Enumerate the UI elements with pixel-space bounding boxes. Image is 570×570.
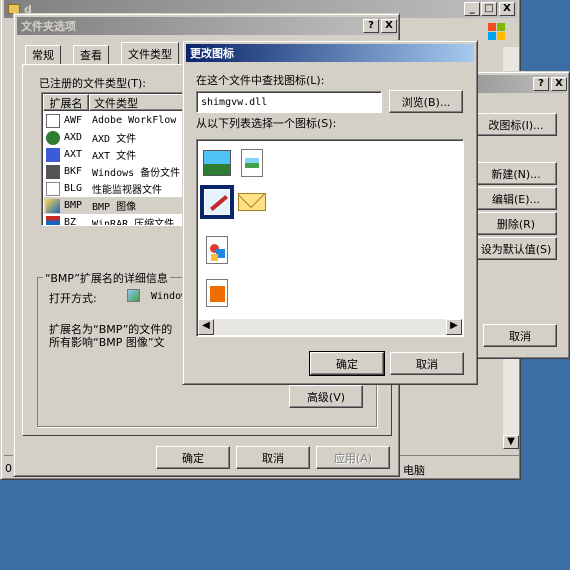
close-button[interactable]: X: [499, 2, 515, 16]
file-ext: BMP: [64, 200, 83, 211]
tab-general[interactable]: 常规: [25, 45, 61, 65]
list-item[interactable]: AXT AXT 文件: [44, 146, 188, 163]
ok-button[interactable]: 确定: [309, 351, 385, 376]
slides-document-icon[interactable]: [200, 276, 234, 310]
list-item-selected[interactable]: BMP BMP 图像: [44, 197, 188, 214]
file-type: Windows 备份文件: [92, 168, 181, 179]
file-type: BMP 图像: [92, 202, 137, 213]
file-ext: BKF: [64, 166, 83, 177]
close-button[interactable]: X: [381, 19, 397, 33]
file-ext: AXT: [64, 149, 83, 160]
file-ext: AWF: [64, 115, 83, 126]
help-button[interactable]: ?: [533, 77, 549, 91]
axd-file-icon: [46, 130, 60, 145]
status-text: 电脑: [403, 464, 425, 477]
file-types-list[interactable]: 扩展名 文件类型 AWF Adobe WorkFlow AXD AXD 文件 A…: [41, 92, 191, 226]
image-document-icon[interactable]: [235, 146, 269, 180]
apply-button[interactable]: 应用(A): [316, 446, 390, 469]
open-with-label: 打开方式:: [49, 292, 97, 305]
maximize-button[interactable]: □: [481, 2, 497, 16]
workflow-file-icon: [46, 113, 60, 128]
folder-options-titlebar: 文件夹选项: [17, 17, 396, 35]
select-icon-label: 从以下列表选择一个图标(S):: [196, 117, 337, 130]
scroll-right-arrow-icon[interactable]: ▶: [446, 319, 462, 335]
shapes-document-icon[interactable]: [200, 233, 234, 267]
scroll-down-arrow-icon[interactable]: ▼: [503, 435, 519, 449]
file-type: AXT 文件: [92, 151, 137, 162]
ok-button[interactable]: 确定: [156, 446, 230, 469]
cancel-button[interactable]: 取消: [236, 446, 310, 469]
new-button[interactable]: 新建(N)...: [475, 162, 557, 185]
file-ext: AXD: [64, 132, 83, 143]
blank-file-icon: [46, 181, 60, 196]
file-ext: BLG: [64, 183, 83, 194]
list-item[interactable]: BLG 性能监视器文件: [44, 180, 188, 197]
list-item[interactable]: BKF Windows 备份文件: [44, 163, 188, 180]
status-left-text: 0: [5, 462, 12, 475]
advanced-button[interactable]: 高级(V): [289, 385, 363, 408]
list-item[interactable]: AXD AXD 文件: [44, 129, 188, 146]
column-header-type[interactable]: 文件类型: [89, 94, 189, 111]
delete-button[interactable]: 删除(R): [475, 212, 557, 235]
image-viewer-icon: [127, 289, 140, 302]
column-header-ext[interactable]: 扩展名: [43, 94, 89, 111]
envelope-icon[interactable]: [235, 185, 269, 219]
change-icon-title: 更改图标: [190, 47, 234, 60]
description-line-2: 所有影响“BMP 图像”文: [49, 336, 165, 349]
horizontal-scrollbar[interactable]: ◀ ▶: [198, 319, 462, 335]
cancel-button[interactable]: 取消: [390, 352, 464, 375]
file-type: Adobe WorkFlow: [92, 115, 177, 126]
minimize-button[interactable]: _: [464, 2, 480, 16]
icon-file-input[interactable]: shimgvw.dll: [196, 91, 382, 113]
close-button[interactable]: X: [551, 77, 567, 91]
paint-brush-icon[interactable]: [200, 185, 234, 219]
change-icon-dialog: 更改图标 在这个文件中查找图标(L): shimgvw.dll 浏览(B)...…: [182, 40, 478, 385]
find-icon-label: 在这个文件中查找图标(L):: [196, 74, 325, 87]
folder-options-title: 文件夹选项: [21, 20, 76, 33]
tab-view[interactable]: 查看: [73, 45, 109, 65]
list-header: 扩展名 文件类型: [43, 94, 189, 111]
tab-file-types[interactable]: 文件类型: [121, 42, 179, 65]
file-ext: BZ: [64, 217, 77, 226]
file-type: AXD 文件: [92, 134, 137, 145]
windows-logo-icon: [488, 23, 506, 41]
paint-brush-icon: [46, 198, 60, 213]
picture-icon[interactable]: [200, 146, 234, 180]
details-title: “BMP”扩展名的详细信息: [43, 270, 170, 286]
file-type: WinRAR 压缩文件: [92, 219, 175, 226]
icon-list[interactable]: ◀ ▶: [196, 139, 464, 337]
scroll-left-arrow-icon[interactable]: ◀: [198, 319, 214, 335]
change-icon-button[interactable]: 改图标(I)...: [475, 113, 557, 136]
list-item[interactable]: BZ WinRAR 压缩文件: [44, 214, 188, 226]
help-button[interactable]: ?: [363, 19, 379, 33]
backup-file-icon: [46, 164, 60, 179]
browse-button[interactable]: 浏览(B)...: [389, 90, 463, 113]
file-type: 性能监视器文件: [92, 185, 162, 196]
edit-type-cancel-button[interactable]: 取消: [483, 324, 557, 347]
list-item[interactable]: AWF Adobe WorkFlow: [44, 112, 188, 129]
edit-button[interactable]: 编辑(E)...: [475, 187, 557, 210]
registered-types-label: 已注册的文件类型(T):: [39, 77, 147, 90]
winrar-archive-icon: [46, 215, 60, 225]
set-default-button[interactable]: 设为默认值(S): [475, 237, 557, 260]
icon-file-value: shimgvw.dll: [201, 97, 268, 108]
axt-file-icon: [46, 147, 60, 162]
change-icon-titlebar: 更改图标: [186, 44, 474, 62]
